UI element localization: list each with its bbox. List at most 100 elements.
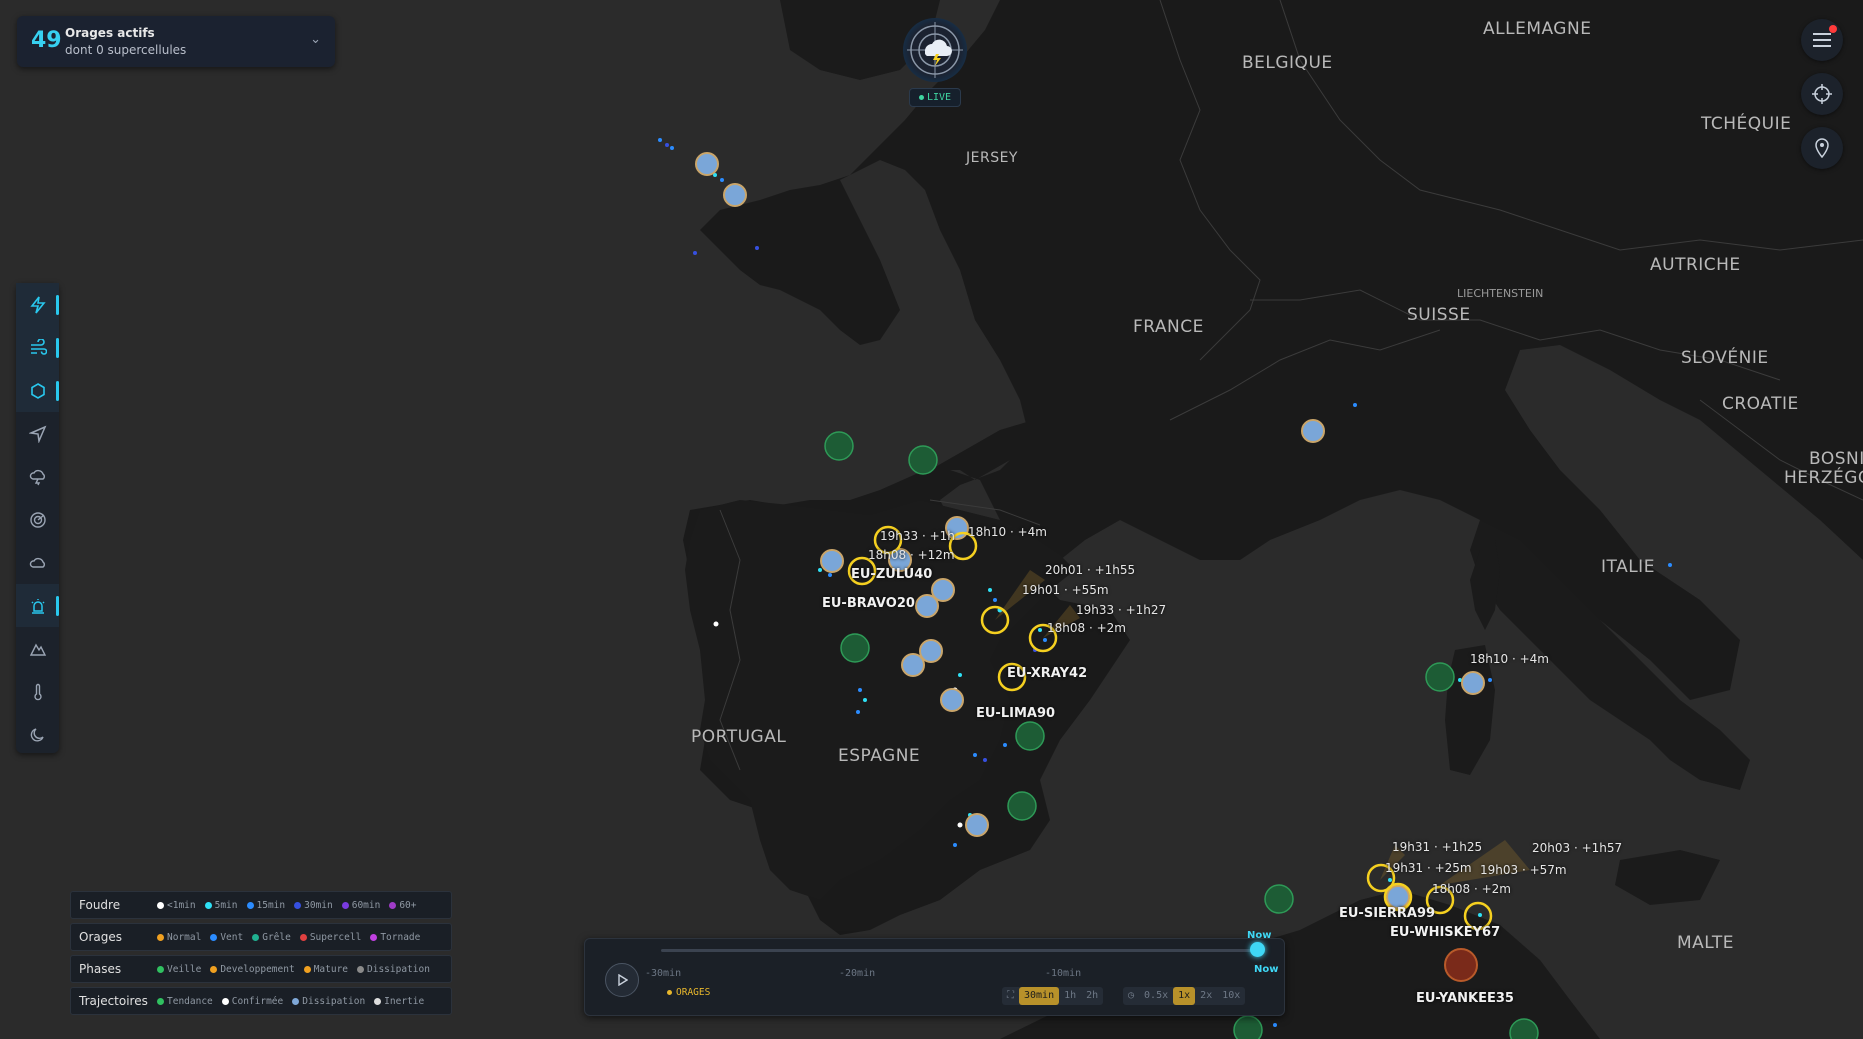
speed-0-5x[interactable]: 0.5x [1139,987,1173,1005]
track-label: 18h08 · +2m [1432,882,1511,896]
legend-item-label: Supercell [309,932,362,943]
active-storms-count: 49 [31,28,62,53]
legend-item: Veille [157,964,201,975]
tool-thermometer[interactable] [16,670,59,713]
active-storms-card[interactable]: 49 Orages actifs dont 0 supercellules ⌄ [17,16,335,67]
active-storms-subtitle: dont 0 supercellules [65,43,187,57]
live-dot-icon [918,94,924,100]
crosshair-icon [1812,84,1832,104]
layer-toolbar [16,283,59,753]
expand-icon: ⛶ [1007,990,1014,1001]
range-30min[interactable]: 30min [1019,987,1060,1005]
speed-2x[interactable]: 2x [1195,987,1217,1005]
track-label: 19h33 · +1h [880,529,955,543]
tick-label: -30min [645,968,682,979]
legend-swatch [374,998,382,1005]
legend-item: Supercell [299,932,362,943]
track-label: 19h01 · +55m [1022,583,1109,597]
navigation-icon [28,425,46,443]
storm-label-bravo[interactable]: EU-BRAVO20 [822,596,915,611]
map-pin-icon [1815,138,1829,158]
legend-item: Tendance [157,996,213,1007]
legend-items: <1min 5min 15min 30min 60min 60+ [157,900,426,911]
storm-label-lima[interactable]: EU-LIMA90 [976,706,1055,721]
mountain-icon [29,643,46,656]
timeline-track[interactable] [661,949,1261,952]
legend-item-label: 60+ [399,900,417,911]
legend-item-label: 5min [214,900,238,911]
tool-navigation[interactable] [16,412,59,455]
pin-button[interactable] [1801,127,1843,169]
hamburger-icon [1813,33,1831,47]
tool-wind[interactable] [16,326,59,369]
track-label: 19h31 · +25m [1385,861,1472,875]
tool-cloud[interactable] [16,541,59,584]
speed-10x[interactable]: 10x [1217,987,1245,1005]
legend-swatch [221,998,229,1005]
live-badge: LIVE [909,88,961,107]
play-button[interactable] [605,963,639,997]
tool-hexagon[interactable] [16,369,59,412]
legend-item: Developpement [210,964,295,975]
legend-item-label: 30min [304,900,333,911]
legend-item-label: Tornade [380,932,421,943]
storm-label-yankee[interactable]: EU-YANKEE35 [1416,991,1514,1006]
legend-item-label: <1min [167,900,196,911]
legend-item: 60+ [389,900,417,911]
legend-item-label: Veille [167,964,202,975]
legend-item-label: Normal [167,932,202,943]
live-label: LIVE [926,92,952,103]
storm-label-whiskey[interactable]: EU-WHISKEY67 [1390,925,1500,940]
lightning-strikes [658,138,1672,1027]
legend-item-label: Inertie [384,996,425,1007]
legend-orages: Orages Normal Vent Grêle Supercell Tornade [70,923,452,951]
tool-alert[interactable] [16,584,59,627]
legend-phases: Phases Veille Developpement Mature Dissipat… [70,955,452,983]
chevron-down-icon[interactable]: ⌄ [310,32,321,47]
tool-radar[interactable] [16,498,59,541]
speed-1x[interactable]: 1x [1173,987,1196,1005]
range-1h[interactable]: 1h [1059,987,1081,1005]
tool-night[interactable] [16,713,59,756]
legend-title: Foudre [79,898,121,912]
tool-mountain[interactable] [16,627,59,670]
cloud-icon [29,557,45,568]
lightning-icon [29,296,46,313]
tool-lightning[interactable] [16,283,59,326]
legend-swatch [210,966,218,973]
legend-swatch [204,902,212,909]
legend-item-label: Mature [313,964,349,975]
tick-label: -10min [1045,968,1082,979]
legend-item-label: Developpement [220,964,295,975]
legend-item-label: Dissipation [367,964,430,975]
legend-item: Tornade [370,932,420,943]
tool-storm-cloud[interactable] [16,455,59,498]
storm-label-xray[interactable]: EU-XRAY42 [1007,666,1087,681]
legend-item: Inertie [374,996,424,1007]
track-label: 18h08 · +12m [868,548,955,562]
legend-title: Phases [79,962,122,976]
locate-button[interactable] [1801,73,1843,115]
active-storms-title: Orages actifs [65,26,155,40]
moon-icon [30,727,44,742]
speed-icon: ◷ [1128,990,1135,1001]
hexagon-icon [30,382,45,399]
storm-label-zulu[interactable]: EU-ZULU40 [851,567,932,582]
range-selector: ⛶ 30min 1h 2h [1002,987,1104,1005]
legend-item: 60min [341,900,380,911]
menu-button[interactable] [1801,19,1843,61]
app-logo [903,18,967,82]
legend-swatch [299,934,307,941]
radar-storm-icon [907,22,963,78]
storm-cloud-icon [29,469,45,485]
range-2h[interactable]: 2h [1081,987,1103,1005]
layer-tag: ORAGES [667,987,710,998]
storm-label-sierra[interactable]: EU-SIERRA99 [1339,906,1435,921]
layer-dot-icon [667,990,672,995]
timeline-handle[interactable] [1250,942,1265,957]
legend-swatch [292,998,300,1005]
legend-item: Mature [303,964,349,975]
legend-swatch [389,902,397,909]
legend-item: Confirmée [221,996,283,1007]
legend-item-label: Vent [220,932,244,943]
